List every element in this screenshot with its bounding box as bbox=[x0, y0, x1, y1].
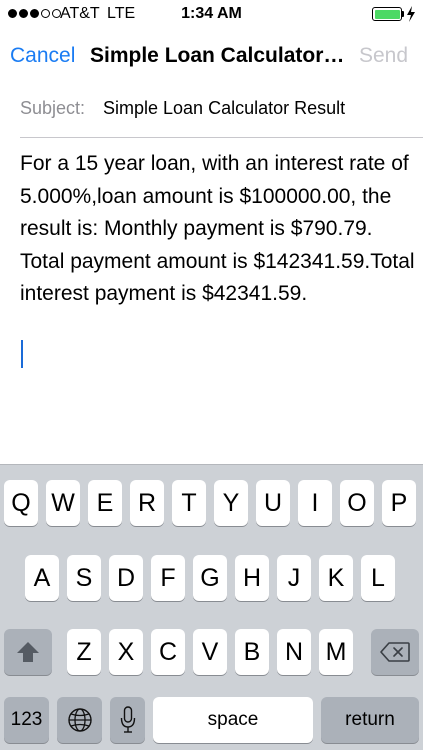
key-x[interactable]: X bbox=[109, 629, 143, 675]
subject-divider bbox=[20, 137, 423, 138]
microphone-icon bbox=[120, 706, 135, 733]
battery-tip bbox=[402, 11, 404, 17]
key-i[interactable]: I bbox=[298, 480, 332, 526]
key-q[interactable]: Q bbox=[4, 480, 38, 526]
key-o[interactable]: O bbox=[340, 480, 374, 526]
subject-field[interactable]: Simple Loan Calculator Result bbox=[103, 98, 345, 119]
key-e[interactable]: E bbox=[88, 480, 122, 526]
return-key[interactable]: return bbox=[321, 697, 419, 743]
globe-icon bbox=[67, 708, 92, 732]
key-w[interactable]: W bbox=[46, 480, 80, 526]
key-m[interactable]: M bbox=[319, 629, 353, 675]
key-u[interactable]: U bbox=[256, 480, 290, 526]
compose-nav-bar: Cancel Simple Loan Calculator Result Sen… bbox=[0, 30, 423, 80]
key-v[interactable]: V bbox=[193, 629, 227, 675]
battery-icon bbox=[372, 7, 402, 21]
shift-key[interactable] bbox=[4, 629, 52, 675]
message-body[interactable]: For a 15 year loan, with an interest rat… bbox=[20, 148, 415, 311]
key-l[interactable]: L bbox=[361, 555, 395, 601]
keyboard: Q W E R T Y U I O P A S D F G H J K L Z … bbox=[0, 464, 423, 750]
dictation-key[interactable] bbox=[110, 697, 145, 743]
charging-bolt-icon bbox=[407, 6, 415, 22]
key-p[interactable]: P bbox=[382, 480, 416, 526]
status-bar: AT&T LTE 1:34 AM bbox=[0, 0, 423, 30]
key-j[interactable]: J bbox=[277, 555, 311, 601]
status-time: 1:34 AM bbox=[181, 5, 242, 22]
subject-label: Subject: bbox=[20, 98, 86, 118]
key-c[interactable]: C bbox=[151, 629, 185, 675]
shift-icon bbox=[17, 642, 39, 662]
key-a[interactable]: A bbox=[25, 555, 59, 601]
subject-row[interactable]: Subject: Simple Loan Calculator Result bbox=[0, 84, 423, 138]
numbers-key[interactable]: 123 bbox=[4, 697, 49, 743]
key-y[interactable]: Y bbox=[214, 480, 248, 526]
key-g[interactable]: G bbox=[193, 555, 227, 601]
text-cursor bbox=[21, 340, 23, 368]
globe-key[interactable] bbox=[57, 697, 102, 743]
delete-icon bbox=[380, 642, 410, 662]
delete-key[interactable] bbox=[371, 629, 419, 675]
key-s[interactable]: S bbox=[67, 555, 101, 601]
cancel-button[interactable]: Cancel bbox=[10, 44, 75, 68]
key-f[interactable]: F bbox=[151, 555, 185, 601]
key-r[interactable]: R bbox=[130, 480, 164, 526]
key-b[interactable]: B bbox=[235, 629, 269, 675]
key-t[interactable]: T bbox=[172, 480, 206, 526]
compose-title: Simple Loan Calculator Result bbox=[90, 44, 348, 67]
key-k[interactable]: K bbox=[319, 555, 353, 601]
key-n[interactable]: N bbox=[277, 629, 311, 675]
key-d[interactable]: D bbox=[109, 555, 143, 601]
send-button[interactable]: Send bbox=[359, 44, 408, 68]
key-h[interactable]: H bbox=[235, 555, 269, 601]
space-key[interactable]: space bbox=[153, 697, 313, 743]
key-z[interactable]: Z bbox=[67, 629, 101, 675]
